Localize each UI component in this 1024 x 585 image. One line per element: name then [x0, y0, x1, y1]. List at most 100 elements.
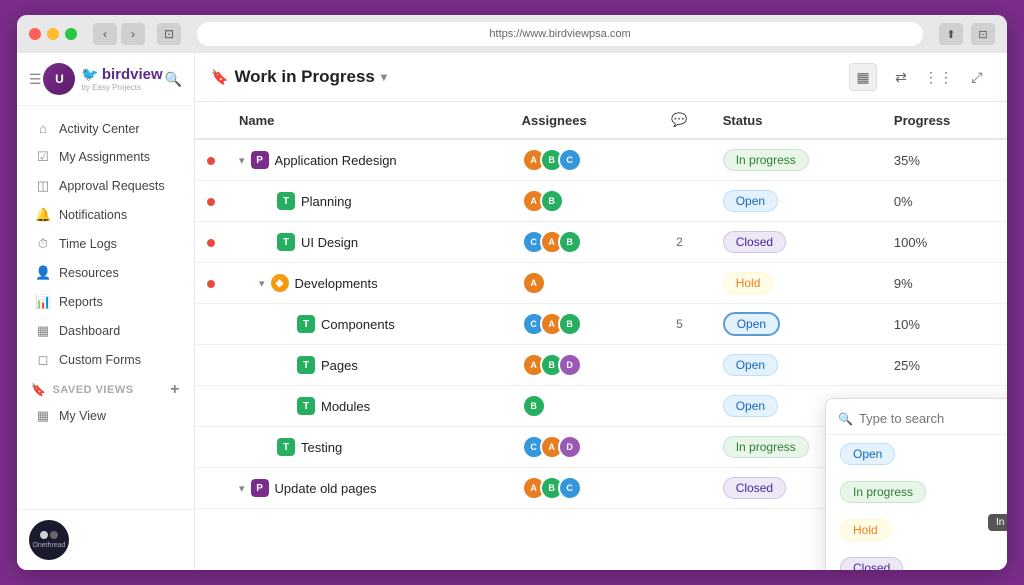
row-indicator [195, 386, 227, 427]
status-cell[interactable]: Closed [711, 222, 882, 263]
share-button[interactable]: ⬆ [939, 23, 963, 45]
status-badge[interactable]: Closed [723, 477, 786, 499]
tab-button[interactable]: ⊡ [157, 23, 181, 45]
expand-arrow-icon[interactable]: ▾ [239, 154, 245, 167]
dropdown-option-hold[interactable]: Hold [826, 511, 1007, 549]
view-kanban-button[interactable]: ⋮⋮ [925, 63, 953, 91]
closed-status-badge: Closed [840, 557, 903, 570]
progress-col-header: Progress [882, 102, 1007, 139]
row-indicator [195, 222, 227, 263]
add-saved-view-button[interactable]: + [170, 381, 180, 399]
status-cell[interactable]: Open [711, 345, 882, 386]
view-list-button[interactable]: ⇄ [887, 63, 915, 91]
task-name-text: Components [321, 317, 395, 332]
avatar: A [522, 271, 546, 295]
status-badge[interactable]: In progress [723, 149, 809, 171]
status-badge[interactable]: Open [723, 395, 778, 417]
task-type-badge: T [297, 356, 315, 374]
close-window-button[interactable] [29, 28, 41, 40]
status-cell[interactable]: Open [711, 304, 882, 345]
task-name-text: Pages [321, 358, 358, 373]
sidebar-item-approval-requests[interactable]: ◫ Approval Requests [21, 172, 190, 200]
dropdown-option-closed[interactable]: Closed [826, 549, 1007, 570]
progress-cell: 0% [882, 181, 1007, 222]
task-name-text: Planning [301, 194, 352, 209]
task-name-text: Modules [321, 399, 370, 414]
sidebar-header: ☰ U 🐦 birdview by Easy Projects 🔍 [17, 53, 194, 106]
assignees-cell: AB [510, 181, 649, 222]
sidebar-label-custom-forms: Custom Forms [59, 353, 141, 367]
minimize-window-button[interactable] [47, 28, 59, 40]
status-badge[interactable]: Open [723, 190, 778, 212]
assignees-cell: CAB [510, 222, 649, 263]
home-icon: ⌂ [35, 121, 51, 136]
forward-button[interactable]: › [121, 23, 145, 45]
sidebar-item-my-view[interactable]: ▦ My View [21, 402, 190, 430]
task-name-text: Testing [301, 440, 342, 455]
dropdown-option-open[interactable]: Open [826, 435, 1007, 473]
address-bar[interactable]: https://www.birdviewpsa.com [197, 22, 923, 46]
priority-dot [207, 157, 215, 165]
expand-arrow-icon[interactable]: ▾ [239, 482, 245, 495]
assignees-cell: ABC [510, 139, 649, 181]
priority-dot [207, 239, 215, 247]
sidebar-item-activity-center[interactable]: ⌂ Activity Center [21, 115, 190, 142]
task-name-text: Application Redesign [275, 153, 397, 168]
row-indicator [195, 345, 227, 386]
task-name-cell: TPlanning [227, 181, 510, 222]
dropdown-option-inprogress[interactable]: In progress In progress [826, 473, 1007, 511]
priority-dot [207, 280, 215, 288]
birdview-brand: 🐦 birdview by Easy Projects [81, 66, 162, 92]
sidebar-item-custom-forms[interactable]: ◻ Custom Forms [21, 346, 190, 374]
status-badge[interactable]: Open [723, 312, 780, 336]
search-icon[interactable]: 🔍 [165, 71, 182, 88]
status-search-input[interactable] [859, 411, 1007, 426]
sidebar-item-notifications[interactable]: 🔔 Notifications [21, 201, 190, 229]
saved-views-label: Saved Views [52, 384, 133, 396]
assignees-cell: ABD [510, 345, 649, 386]
status-badge[interactable]: Closed [723, 231, 786, 253]
status-dropdown[interactable]: 🔍 Open In progress In progress Hold Cl [825, 398, 1007, 570]
back-button[interactable]: ‹ [93, 23, 117, 45]
my-view-icon: ▦ [35, 408, 51, 424]
table-row: ▾◆DevelopmentsAHold9% [195, 263, 1007, 304]
sidebar-item-reports[interactable]: 📊 Reports [21, 288, 190, 316]
comment-cell [648, 139, 711, 181]
sidebar-logo: U 🐦 birdview by Easy Projects [43, 63, 162, 95]
resources-icon: 👤 [35, 265, 51, 281]
task-name-cell: TTesting [227, 427, 510, 468]
progress-cell: 25% [882, 345, 1007, 386]
view-expand-button[interactable]: ⤢ [963, 63, 991, 91]
task-name-cell: ▾PApplication Redesign [227, 139, 510, 181]
sidebar-item-my-assignments[interactable]: ☑ My Assignments [21, 143, 190, 171]
assignees-cell: A [510, 263, 649, 304]
comment-cell [648, 468, 711, 509]
sidebar-item-dashboard[interactable]: ▦ Dashboard [21, 317, 190, 345]
status-cell[interactable]: Hold [711, 263, 882, 304]
time-icon: ⏱ [35, 236, 51, 252]
sidebar-menu-icons: ☰ [29, 71, 42, 88]
status-cell[interactable]: Open [711, 181, 882, 222]
comment-cell: 5 [648, 304, 711, 345]
assignees-col-header: Assignees [510, 102, 649, 139]
status-badge[interactable]: In progress [723, 436, 809, 458]
table-row: T Pages ABD Open 25% [195, 345, 1007, 386]
avatar: B [558, 312, 582, 336]
view-grid-button[interactable]: ▦ [849, 63, 877, 91]
comment-cell [648, 386, 711, 427]
hamburger-menu-icon[interactable]: ☰ [29, 71, 42, 88]
expand-arrow-icon[interactable]: ▾ [259, 277, 265, 290]
avatar: C [558, 476, 582, 500]
sidebar-label-time-logs: Time Logs [59, 237, 117, 251]
status-cell[interactable]: In progress [711, 139, 882, 181]
table-row: ▾PApplication RedesignABC In progress 35% [195, 139, 1007, 181]
status-badge[interactable]: Hold [723, 272, 774, 294]
bookmark-button[interactable]: ⊡ [971, 23, 995, 45]
task-type-badge: T [277, 233, 295, 251]
sidebar-item-time-logs[interactable]: ⏱ Time Logs [21, 230, 190, 258]
maximize-window-button[interactable] [65, 28, 77, 40]
sidebar-item-resources[interactable]: 👤 Resources [21, 259, 190, 287]
status-badge[interactable]: Open [723, 354, 778, 376]
progress-cell: 35% [882, 139, 1007, 181]
sidebar-label-activity-center: Activity Center [59, 122, 140, 136]
